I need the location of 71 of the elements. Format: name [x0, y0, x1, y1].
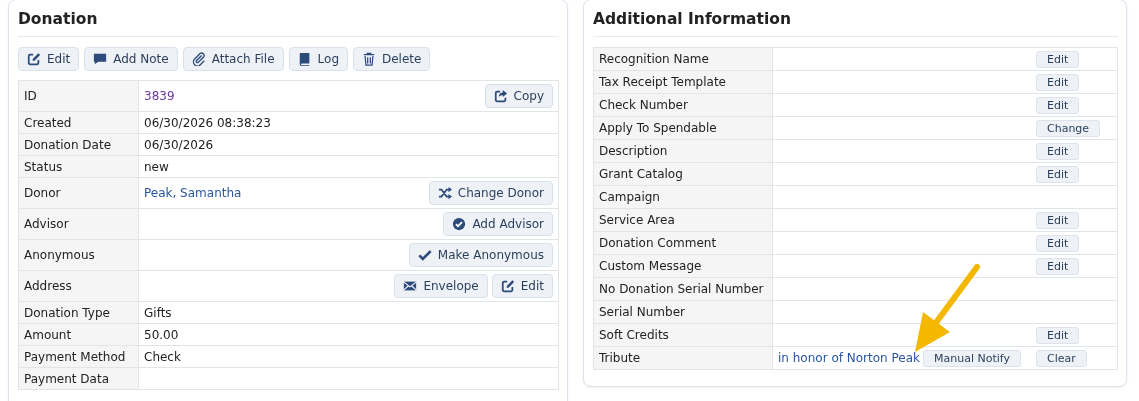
field-label: Anonymous — [18, 239, 139, 271]
action-button[interactable]: Edit — [1036, 50, 1080, 68]
field-label: Payment Data — [18, 367, 139, 390]
action-button[interactable]: Envelope — [394, 274, 488, 298]
field-label: Tax Receipt Template — [593, 70, 773, 94]
book-icon — [297, 52, 312, 66]
field-value: 06/30/2026 — [144, 137, 214, 152]
toolbar-button[interactable]: Attach File — [182, 47, 284, 71]
action-button[interactable]: Edit — [1036, 142, 1080, 160]
field-label: Recognition Name — [593, 47, 773, 71]
action-button[interactable]: Edit — [1036, 211, 1080, 229]
field-value: Gifts — [144, 305, 172, 320]
field-label: Soft Credits — [593, 323, 773, 347]
action-button[interactable]: Copy — [484, 84, 553, 108]
action-button[interactable]: Edit — [1036, 326, 1080, 344]
field-label: Campaign — [593, 185, 773, 209]
field-label: Custom Message — [593, 254, 773, 278]
field-label: Description — [593, 139, 773, 163]
field-label: Amount — [18, 323, 139, 346]
field-label: Status — [18, 155, 139, 178]
field-label: Donor — [18, 177, 139, 209]
toolbar-button[interactable]: Edit — [18, 47, 80, 71]
toolbar-button[interactable]: Log — [288, 47, 348, 71]
field-value: Check — [144, 349, 181, 364]
notify-button[interactable]: Manual Notify — [923, 349, 1021, 367]
paperclip-icon — [191, 52, 206, 66]
field-value: new — [144, 159, 169, 174]
field-value[interactable]: Peak, Samantha — [144, 186, 242, 200]
action-button[interactable]: Change Donor — [428, 181, 553, 205]
tribute-link[interactable]: in honor of Norton Peak — [778, 351, 920, 365]
field-label: Advisor — [18, 208, 139, 240]
field-label: ID — [18, 80, 139, 112]
field-label: Donation Date — [18, 133, 139, 156]
field-label: Payment Method — [18, 345, 139, 368]
comment-icon — [93, 52, 108, 66]
panel-title: Additional Information — [593, 6, 1118, 37]
field-label: Address — [18, 270, 139, 302]
action-button[interactable]: Change — [1036, 119, 1101, 137]
field-label: Grant Catalog — [593, 162, 773, 186]
action-button[interactable]: Add Advisor — [443, 212, 553, 236]
edit-icon — [27, 52, 41, 66]
field-value: 06/30/2026 08:38:23 — [144, 115, 271, 130]
action-button[interactable]: Edit — [1036, 234, 1080, 252]
action-button[interactable]: Edit — [1036, 257, 1080, 275]
action-button[interactable]: Clear — [1036, 349, 1087, 367]
action-button[interactable]: Edit — [1036, 96, 1080, 114]
action-button[interactable]: Edit — [1036, 73, 1080, 91]
edit-icon — [500, 279, 515, 293]
panel-title: Donation — [18, 6, 559, 37]
field-label: Created — [18, 111, 139, 134]
field-label: Serial Number — [593, 300, 773, 324]
field-value: 50.00 — [144, 327, 179, 342]
field-label: Service Area — [593, 208, 773, 232]
check-icon — [417, 248, 432, 262]
share-icon — [493, 89, 508, 103]
field-label: Apply To Spendable — [593, 116, 773, 140]
field-value[interactable]: 3839 — [144, 89, 175, 103]
toolbar-button[interactable]: Delete — [353, 47, 431, 71]
action-button[interactable]: Make Anonymous — [408, 243, 553, 267]
shuffle-icon — [437, 186, 452, 200]
field-label: Donation Type — [18, 301, 139, 324]
field-label: Tribute — [593, 346, 773, 370]
field-label: Donation Comment — [593, 231, 773, 255]
check-circle-icon — [452, 217, 467, 231]
envelope-icon — [403, 279, 418, 293]
field-label: No Donation Serial Number — [593, 277, 773, 301]
action-button[interactable]: Edit — [1036, 165, 1080, 183]
action-button[interactable]: Edit — [491, 274, 553, 298]
field-label: Check Number — [593, 93, 773, 117]
toolbar-button[interactable]: Add Note — [84, 47, 178, 71]
trash-icon — [362, 52, 376, 66]
